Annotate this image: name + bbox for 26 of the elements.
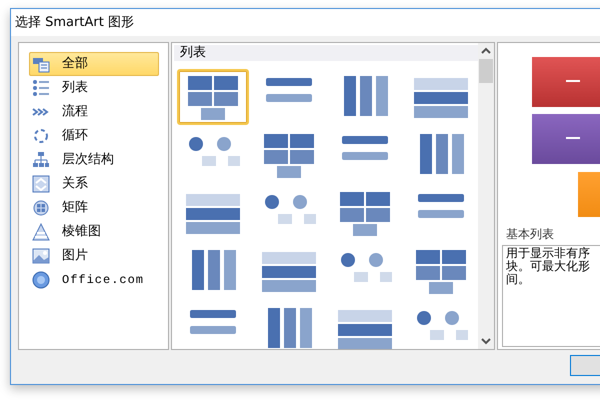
category-item[interactable]: 层次结构 bbox=[29, 148, 159, 172]
category-item[interactable]: 全部 bbox=[29, 52, 159, 76]
layout-thumbnail[interactable] bbox=[177, 69, 249, 125]
hierarchy-icon bbox=[32, 151, 50, 169]
ok-button[interactable] bbox=[570, 355, 600, 376]
cycle-icon bbox=[32, 127, 50, 145]
category-item[interactable]: 关系 bbox=[29, 172, 159, 196]
arrows-icon bbox=[32, 175, 50, 193]
category-item[interactable]: 图片 bbox=[29, 244, 159, 268]
category-item[interactable]: 列表 bbox=[29, 76, 159, 100]
category-item[interactable]: 棱锥图 bbox=[29, 220, 159, 244]
matrix-icon bbox=[32, 199, 50, 217]
category-item[interactable]: 流程 bbox=[29, 100, 159, 124]
layout-description: 用于显示非有序 块。可最大化形 间。 bbox=[502, 245, 600, 347]
gallery-heading: 列表 bbox=[174, 45, 478, 61]
scroll-thumb[interactable] bbox=[479, 59, 493, 83]
category-item[interactable]: Office.com bbox=[29, 268, 159, 292]
globe-icon bbox=[32, 271, 50, 289]
list-icon bbox=[32, 79, 50, 97]
category-item[interactable]: 循环 bbox=[29, 124, 159, 148]
grid-icon bbox=[32, 55, 50, 73]
picture-icon bbox=[32, 247, 50, 265]
window-title: 选择 SmartArt 图形 bbox=[11, 9, 600, 36]
layout-name: 基本列表 bbox=[506, 226, 555, 243]
pyramid-icon bbox=[32, 223, 50, 241]
category-item[interactable]: 矩阵 bbox=[29, 196, 159, 220]
